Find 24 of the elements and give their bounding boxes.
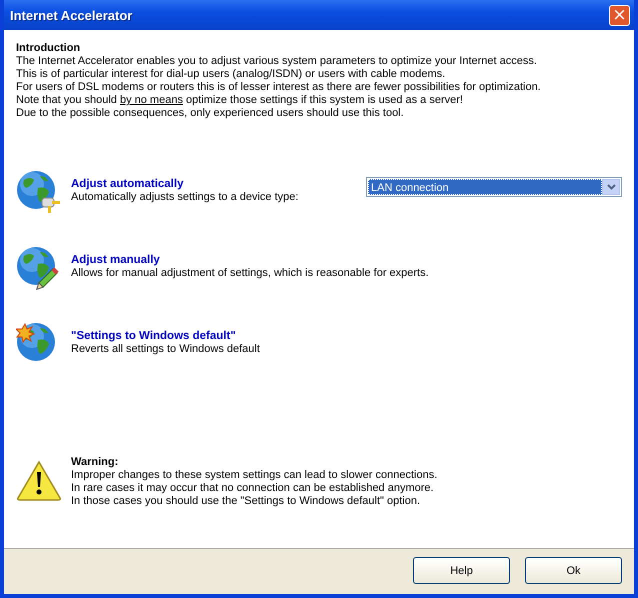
window-title: Internet Accelerator bbox=[10, 8, 132, 22]
intro-heading: Introduction bbox=[16, 42, 82, 55]
warning-icon bbox=[16, 458, 62, 504]
action-link[interactable]: "Settings to Windows default" bbox=[71, 329, 260, 343]
chevron-down-icon bbox=[606, 184, 616, 190]
intro-text: This is of particular interest for dial-up users (analog/ISDN) or users with cable modems. bbox=[16, 68, 446, 81]
action-description: Reverts all settings to Windows default bbox=[71, 343, 260, 356]
device-type-dropdown[interactable]: LAN connection bbox=[366, 177, 622, 197]
intro-text: For users of DSL modems or routers this is of lesser interest as there are fewer possibilities for optimization. bbox=[16, 81, 542, 94]
intro-text: The Internet Accelerator enables you to adjust various system parameters to optimize your Internet access. bbox=[16, 55, 538, 68]
close-button[interactable]: × bbox=[609, 4, 630, 26]
action-link[interactable]: Adjust manually bbox=[71, 253, 429, 267]
dialog-button[interactable]: Help bbox=[413, 557, 510, 584]
warning-text: Improper changes to these system settings can lead to slower connections. bbox=[71, 469, 438, 482]
intro-text: Due to the possible consequences, only experienced users should use this tool. bbox=[16, 107, 405, 120]
warning-text: In rare cases it may occur that no connection can be established anymore. bbox=[71, 482, 435, 495]
action-link[interactable]: Adjust automatically bbox=[71, 177, 298, 191]
warning-text: In those cases you should use the "Settings to Windows default" option. bbox=[71, 495, 422, 508]
dialog-button[interactable]: Ok bbox=[525, 557, 622, 584]
action-description: Automatically adjusts settings to a device type: bbox=[71, 191, 298, 204]
globe-plug-icon bbox=[16, 170, 62, 216]
warning-heading: Warning: bbox=[71, 456, 120, 469]
action-description: Allows for manual adjustment of settings, which is reasonable for experts. bbox=[71, 267, 429, 280]
intro-text: Note that you should by no means optimize those settings if this system is used as a server! bbox=[16, 94, 464, 107]
